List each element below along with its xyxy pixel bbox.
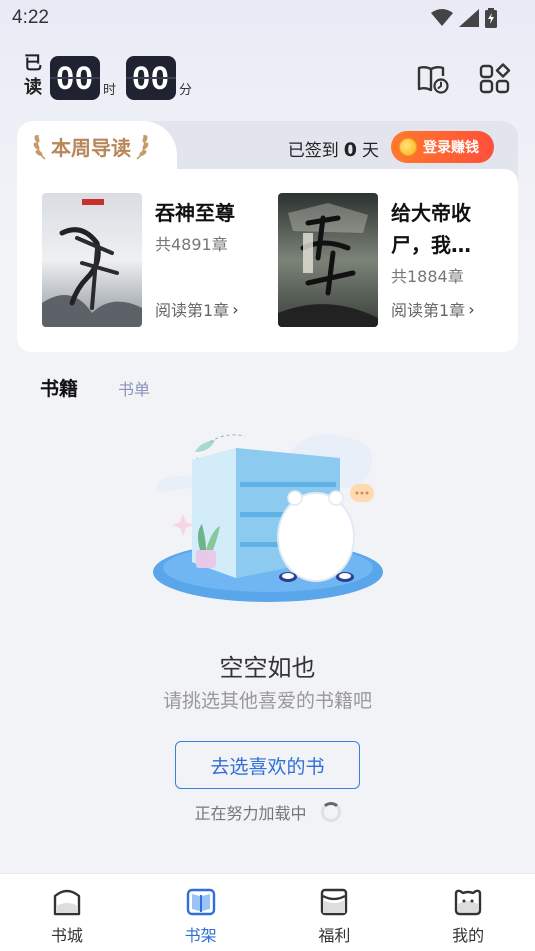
- book-cover-2: [278, 193, 378, 327]
- signal-icon: [459, 9, 479, 27]
- minutes-box: 00: [126, 56, 177, 100]
- hours-unit: 时: [103, 83, 117, 98]
- nav-label-bookstore: 书城: [50, 926, 83, 945]
- read-chapter-label-1: 阅读第1章: [155, 301, 230, 320]
- battery-icon: [485, 8, 497, 28]
- chevron-right-icon: ›: [232, 299, 239, 319]
- login-earn-button[interactable]: 登录赚钱: [391, 131, 494, 163]
- loading-text: 正在努力加载中: [194, 804, 307, 823]
- laurel-right-icon: [136, 134, 149, 160]
- nav-welfare[interactable]: 福利: [268, 874, 402, 951]
- guide-book-1[interactable]: 吞神至尊 共4891章 阅读第1章 ›: [42, 193, 262, 327]
- status-bar: 4:22: [0, 0, 535, 36]
- empty-subtitle: 请挑选其他喜爱的书籍吧: [162, 690, 372, 712]
- book-title-1: 吞神至尊: [155, 201, 235, 225]
- checkin-days: 0: [343, 139, 357, 161]
- empty-title: 空空如也: [219, 654, 316, 682]
- tab-book-lists[interactable]: 书单: [118, 376, 150, 400]
- grid-apps-icon[interactable]: [478, 62, 512, 96]
- nav-label-welfare: 福利: [318, 926, 351, 945]
- reading-history-icon[interactable]: [416, 62, 450, 96]
- checkin-status: 已签到 0 天: [288, 136, 379, 161]
- nav-label-profile: 我的: [452, 926, 485, 945]
- guide-book-2[interactable]: 给大帝收尸，我… 共1884章 阅读第1章 ›: [278, 193, 498, 327]
- chevron-right-icon: ›: [468, 299, 475, 319]
- status-time: 4:22: [12, 7, 49, 28]
- earn-label: 登录赚钱: [423, 140, 479, 156]
- read-label-line2: 读: [24, 77, 42, 98]
- checkin-prefix: 已签到: [287, 141, 339, 161]
- tab-books[interactable]: 书籍: [40, 374, 78, 401]
- nav-profile[interactable]: 我的: [401, 874, 535, 951]
- hours-box: 00: [50, 56, 100, 100]
- bottom-nav: 书城 书架 福利 我的: [0, 873, 535, 951]
- nav-bookshelf[interactable]: 书架: [134, 874, 268, 951]
- loading-indicator: 正在努力加载中: [0, 800, 535, 824]
- profile-icon: [454, 889, 482, 916]
- read-chapter-label-2: 阅读第1章: [391, 301, 466, 320]
- book-chapters-1: 共4891章: [155, 235, 228, 254]
- read-chapter-link-1[interactable]: 阅读第1章 ›: [155, 297, 239, 321]
- book-chapters-2: 共1884章: [391, 267, 464, 286]
- bookstore-icon: [53, 889, 81, 916]
- shelf-tabs: 书籍 书单: [40, 374, 150, 401]
- guide-title: 本周导读: [51, 135, 131, 160]
- coin-icon: [399, 138, 417, 156]
- nav-label-bookshelf: 书架: [184, 926, 217, 945]
- minutes-unit: 分: [179, 83, 193, 98]
- reading-timer: 已 读 00 时 00 分: [24, 53, 202, 100]
- welfare-icon: [321, 888, 348, 916]
- read-chapter-link-2[interactable]: 阅读第1章 ›: [391, 297, 475, 321]
- book-title-2: 给大帝收尸，我…: [391, 201, 471, 257]
- laurel-left-icon: [33, 134, 46, 160]
- read-label-line1: 已: [24, 53, 42, 74]
- weekly-guide-card: 本周导读 已签到 0 天 登录赚钱 吞神至尊 共4891章 阅读第1章 › 给大…: [17, 121, 518, 352]
- checkin-suffix: 天: [362, 141, 379, 161]
- wifi-icon: [431, 9, 453, 26]
- choose-favorite-books-button[interactable]: 去选喜欢的书: [175, 741, 360, 789]
- spinner-icon: [320, 802, 341, 822]
- book-cover-1: [42, 193, 142, 327]
- bookshelf-icon: [186, 888, 215, 916]
- empty-shelf-illustration: [153, 434, 383, 602]
- nav-bookstore[interactable]: 书城: [0, 874, 134, 951]
